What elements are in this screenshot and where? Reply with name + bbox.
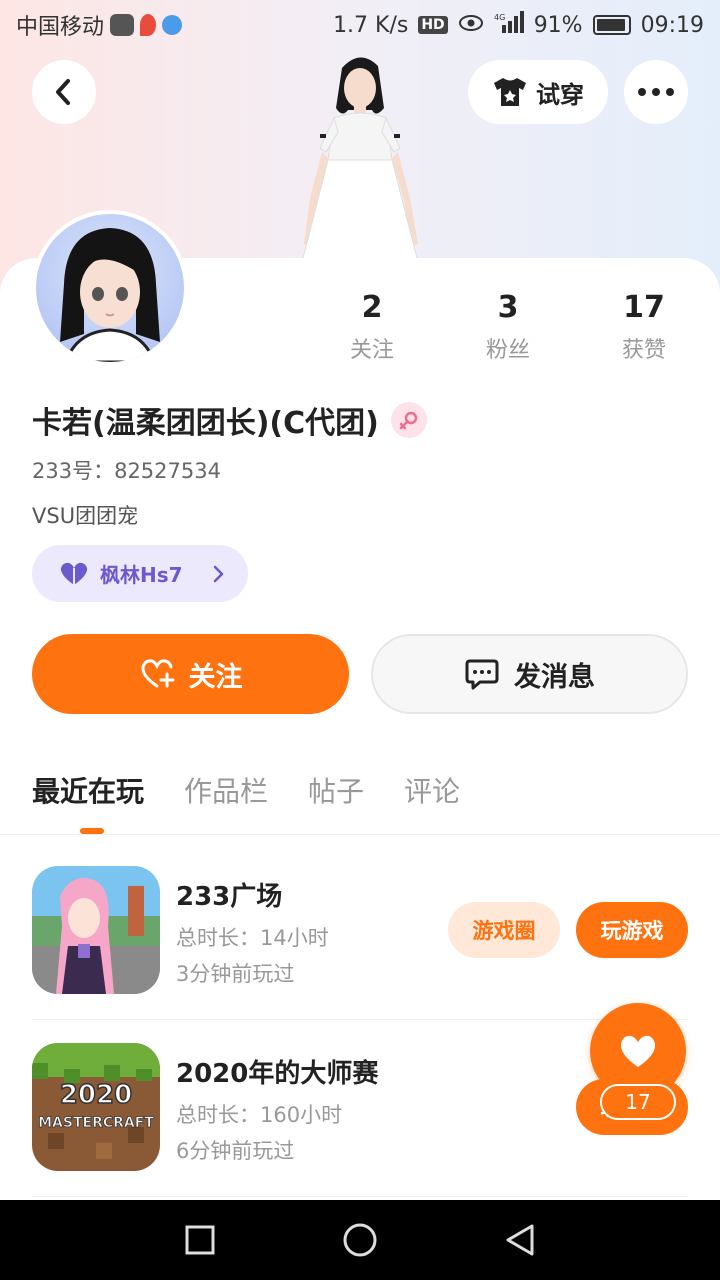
play-game-button[interactable]: 玩游戏 (576, 902, 688, 958)
try-on-button[interactable]: 试穿 (468, 60, 608, 124)
game-icon-text-bottom: MASTERCRAFT (38, 1115, 154, 1131)
tab-comments[interactable]: 评论 (404, 770, 460, 814)
female-gender-icon (390, 402, 427, 438)
system-back-button[interactable] (500, 1220, 540, 1260)
more-dots-icon (638, 88, 674, 96)
divider (32, 1019, 688, 1020)
game-duration: 总时长：14小时 (176, 926, 329, 950)
network-speed: 1.7 K/s (333, 12, 409, 38)
hd-badge: HD (418, 16, 448, 34)
game-controller-icon (110, 14, 135, 36)
divider (32, 1196, 688, 1197)
nickname: 卡若(温柔团团长)(C代团) (32, 406, 379, 441)
home-button[interactable] (340, 1220, 380, 1260)
system-navigation-bar (0, 1200, 720, 1280)
game-last-played: 3分钟前玩过 (176, 962, 295, 986)
chat-bubble-icon (465, 659, 499, 690)
game-circle-button[interactable]: 游戏圈 (448, 902, 560, 958)
location-pin-icon (140, 14, 157, 36)
back-button[interactable] (32, 60, 96, 124)
svg-text:4G: 4G (494, 13, 505, 22)
signal-icon: 4G (494, 11, 524, 39)
carrier-label: 中国移动 (16, 15, 105, 40)
profile-stats: 2 关注 3 粉丝 17 获赞 (304, 288, 712, 364)
heart-plus-icon (140, 659, 174, 688)
follow-label: 关注 (188, 661, 243, 693)
game-title: 233广场 (176, 882, 283, 912)
send-message-label: 发消息 (514, 661, 595, 693)
stat-value: 3 (497, 290, 519, 325)
avatar[interactable] (32, 210, 188, 366)
more-button[interactable] (624, 60, 688, 124)
eye-icon (458, 13, 484, 38)
game-title: 2020年的大师赛 (176, 1059, 379, 1089)
avatar-character-figure (301, 57, 419, 262)
stat-following[interactable]: 2 关注 (304, 288, 440, 364)
stat-followers[interactable]: 3 粉丝 (440, 288, 576, 364)
clock: 09:19 (640, 12, 704, 38)
cp-partner-chip[interactable]: 枫林Hs7 (32, 545, 248, 602)
chevron-left-icon (56, 79, 70, 105)
tshirt-icon (494, 78, 526, 106)
like-count-badge: 17 (600, 1084, 676, 1120)
game-last-played: 6分钟前玩过 (176, 1139, 295, 1163)
user-id[interactable]: 233号：82527534 (32, 455, 221, 485)
stat-likes[interactable]: 17 获赞 (576, 288, 712, 364)
tab-works[interactable]: 作品栏 (184, 770, 268, 814)
game-icon-mastercraft: 2020 MASTERCRAFT (32, 1043, 160, 1171)
battery-icon (592, 15, 631, 35)
bio-text: VSU团团宠 (32, 504, 139, 528)
status-bar: 中国移动 1.7 K/s HD 4G 91% 09:19 (0, 0, 720, 50)
send-message-button[interactable]: 发消息 (371, 634, 688, 714)
follow-button[interactable]: 关注 (32, 634, 349, 714)
square-icon (185, 1225, 215, 1255)
heart-icon (620, 1035, 656, 1067)
stat-label: 获赞 (621, 338, 666, 363)
stat-value: 2 (361, 290, 383, 325)
tab-posts[interactable]: 帖子 (308, 770, 364, 814)
list-item[interactable]: 2020 MASTERCRAFT 2020年的大师赛 总时长：160小时 6分钟… (32, 1043, 688, 1173)
recent-apps-button[interactable] (180, 1220, 220, 1260)
game-icon-233-plaza (32, 866, 160, 994)
triangle-back-icon (506, 1224, 534, 1256)
battery-percent: 91% (533, 12, 583, 38)
stat-label: 关注 (349, 338, 394, 363)
browser-icon (162, 15, 183, 35)
try-on-label: 试穿 (536, 80, 584, 109)
profile-tabs: 最近在玩 作品栏 帖子 评论 (32, 770, 460, 814)
tab-recently-played[interactable]: 最近在玩 (32, 770, 144, 814)
divider (0, 834, 720, 835)
profile-nickname-row: 卡若(温柔团团长)(C代团) (32, 398, 427, 442)
list-item[interactable]: 233广场 总时长：14小时 3分钟前玩过 游戏圈 玩游戏 (32, 866, 688, 996)
stat-label: 粉丝 (485, 338, 530, 363)
avatar-portrait-icon (60, 228, 160, 362)
game-duration: 总时长：160小时 (176, 1103, 343, 1127)
chevron-right-icon (213, 565, 224, 582)
circle-icon (343, 1223, 377, 1257)
cp-partner-name: 枫林Hs7 (100, 563, 183, 587)
stat-value: 17 (623, 290, 665, 325)
heart-pair-icon (60, 562, 88, 585)
game-icon-text-top: 2020 (60, 1080, 132, 1110)
